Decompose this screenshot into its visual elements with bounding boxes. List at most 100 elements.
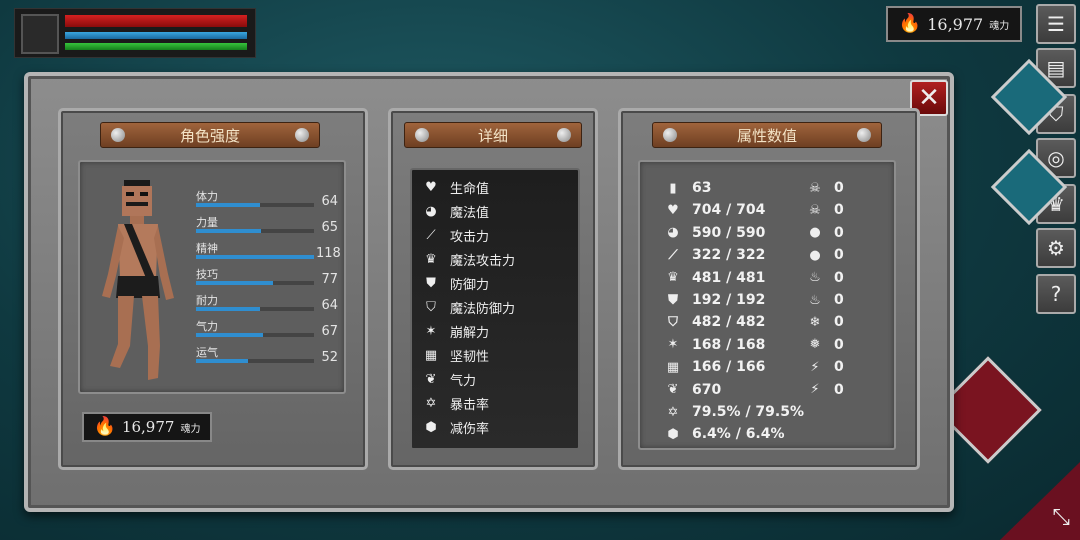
level-icon: ▮ [669,180,677,196]
break-icon: ✶ [425,323,437,339]
drop-icon: ● [809,225,821,241]
crown-spell-icon: ♛ [667,270,679,286]
detail-row[interactable]: ✡ 暴击率 [422,392,489,414]
shield-icon: ⛊ [668,292,678,308]
attribute-row: ⟋ 322 / 322 [664,244,765,266]
attribute-row: ▮ 63 [664,177,711,199]
shield-icon: ⛊ [426,275,436,291]
stat-label: 耐力 [196,294,218,307]
character-model [102,180,174,380]
attribute-row: ⛊ 192 / 192 [664,289,765,311]
souls-unit: 魂力 [180,423,201,435]
stat-bar-fill [196,203,260,207]
detail-label: 防御力 [450,277,490,293]
stat-label: 精神 [196,242,218,255]
detail-row[interactable]: ♛ 魔法攻击力 [422,248,515,270]
drop-crossed-icon: ● [809,247,821,263]
stat-row: 精神 118 [196,240,342,262]
attribute-value: 79.5% / 79.5% [692,404,804,420]
stat-row: 耐力 64 [196,292,342,314]
heart-icon: ♥ [425,179,437,195]
stat-value: 118 [316,246,341,261]
souls-unit: 魂力 [989,20,1010,32]
stamina-bar [65,43,247,50]
help-button[interactable]: ? [1036,274,1076,314]
souls-counter: 🔥 16,977 魂力 [886,6,1022,42]
attribute-row: ⬢ 6.4% / 6.4% [664,423,784,445]
detail-row[interactable]: ⛊ 防御力 [422,272,489,294]
stat-row: 气力 67 [196,318,342,340]
corner-expand-button[interactable]: ⤡ [1000,462,1080,540]
detail-label: 气力 [450,373,477,389]
detail-label: 减伤率 [450,421,490,437]
stat-label: 体力 [196,190,218,203]
resistance-row: ⚡ 0 [806,379,844,401]
stat-bar [196,359,314,363]
character-panel-header: 角色强度 [100,122,320,148]
mana-bar [65,32,247,39]
detail-row[interactable]: ❦ 气力 [422,368,476,390]
detail-row[interactable]: ⟋ 攻击力 [422,224,489,246]
resistance-row: ☠ 0 [806,199,844,221]
detail-label: 魔法攻击力 [450,253,516,269]
detail-row[interactable]: ▦ 坚韧性 [422,344,489,366]
resistance-row: ❄ 0 [806,311,844,333]
detail-row[interactable]: ♥ 生命值 [422,176,489,198]
detail-label: 生命值 [450,181,490,197]
attribute-value: 704 / 704 [692,202,766,219]
help-icon: ? [1050,282,1062,306]
brain-icon: ◕ [425,203,437,219]
magic-shield-icon: ⛉ [668,314,678,330]
stat-value: 64 [321,298,338,313]
skull-crossed-icon: ☠ [809,202,821,218]
crown-spell-icon: ♛ [425,251,437,267]
resistance-value: 0 [834,336,844,353]
stat-bar-fill [196,359,248,363]
resistance-value: 0 [834,381,844,398]
resistance-value: 0 [834,224,844,241]
stat-bar-fill [196,281,273,285]
stat-bar [196,229,314,233]
detail-label: 攻击力 [450,229,490,245]
stat-bar-fill [196,229,261,233]
attribute-row: ♛ 481 / 481 [664,267,765,289]
heart-icon: ♥ [667,202,679,218]
snowflake-crossed-icon: ❅ [809,337,821,353]
close-icon: ✕ [918,83,940,113]
detail-row[interactable]: ✶ 崩解力 [422,320,489,342]
attribute-value: 590 / 590 [692,224,766,241]
brain-icon: ◕ [667,225,679,241]
menu-button[interactable]: ☰ [1036,4,1076,44]
star-icon: ✡ [667,404,679,420]
details-panel-title: 详细 [477,126,508,145]
lungs-icon: ❦ [667,382,679,398]
detail-row[interactable]: ⬢ 减伤率 [422,416,489,438]
toughness-icon: ▦ [666,359,680,375]
magic-shield-icon: ⛉ [426,299,436,315]
skull-icon: ☠ [809,180,821,196]
menu-icon: ☰ [1047,12,1065,36]
resistance-row: ☠ 0 [806,177,844,199]
player-hud [14,8,256,58]
stat-label: 力量 [196,216,218,229]
badge-icon: ⬢ [667,426,679,442]
sword-icon: ⟋ [668,247,678,263]
detail-row[interactable]: ◕ 魔法值 [422,200,489,222]
badge-icon: ⬢ [425,419,437,435]
resistance-row: ● 0 [806,244,843,266]
attribute-row: ✡ 79.5% / 79.5% [664,401,804,423]
resistance-row: ♨ 0 [806,289,844,311]
stat-bar [196,307,314,311]
character-panel-title: 角色强度 [179,126,240,145]
detail-row[interactable]: ⛉ 魔法防御力 [422,296,515,318]
attribute-value: 670 [692,381,722,398]
attributes-panel-title: 属性数值 [736,126,797,145]
gear-button[interactable]: ⚙ [1036,228,1076,268]
stat-bar [196,281,314,285]
avatar [21,14,59,54]
attribute-row: ◕ 590 / 590 [664,222,765,244]
resistance-value: 0 [834,292,844,308]
stat-row: 运气 52 [196,344,342,366]
stat-bar [196,255,314,259]
spiral-icon: ◎ [1047,146,1065,170]
